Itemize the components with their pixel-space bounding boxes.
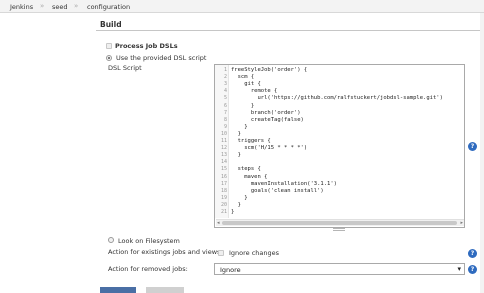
code-line: } [231,201,241,208]
chevron-down-icon: ▾ [457,265,461,273]
save-button[interactable] [100,287,136,293]
line-number: 8 [223,116,227,123]
section-divider [96,30,480,31]
line-number: 21 [220,209,227,215]
line-number: 5 [223,95,227,102]
apply-button[interactable] [146,287,184,293]
line-number: 18 [220,187,227,194]
line-number: 10 [220,130,227,137]
line-number: 4 [223,88,227,95]
line-number: 14 [220,159,227,166]
scrollbar-thumb[interactable] [222,221,457,225]
code-line: } [231,123,248,130]
breadcrumb-separator: » [74,2,79,10]
code-line: remote { [231,88,278,95]
breadcrumb-separator: » [40,2,45,10]
existing-jobs-label: Action for existings jobs and views: [108,248,223,256]
removed-jobs-select-value: Ignore [220,266,241,274]
code-line: scm { [231,74,255,81]
breadcrumb-jenkins[interactable]: Jenkins [10,3,33,11]
section-title-build: Build [100,20,122,29]
code-line: } [231,102,255,109]
look-on-filesystem-label: Look on Filesystem [118,237,180,245]
breadcrumb-configuration[interactable]: configuration [87,3,130,11]
line-number: 9 [223,123,227,130]
help-icon[interactable]: ? [468,142,477,151]
editor-horizontal-scrollbar[interactable]: ◂ ▸ [216,219,464,226]
code-line: git { [231,81,261,88]
ignore-changes-checkbox[interactable] [218,250,224,256]
code-line: branch('order') [231,109,301,116]
help-icon[interactable]: ? [468,249,477,258]
line-number: 13 [220,152,227,159]
process-job-dsls-checkbox[interactable] [106,43,112,49]
line-number: 3 [223,81,227,88]
page-scrollbar[interactable] [480,13,484,293]
code-line: mavenInstallation('3.1.1') [231,180,337,187]
code-line: } [231,194,248,201]
code-line: goals('clean install') [231,187,324,194]
line-number: 16 [220,173,227,180]
line-number: 1 [223,67,227,73]
use-provided-script-label: Use the provided DSL script [116,54,207,62]
line-number: 11 [220,138,227,144]
code-line: steps { [231,166,261,173]
process-job-dsls-label: Process Job DSLs [115,42,178,50]
line-number: 17 [220,180,227,187]
line-number: 7 [223,109,227,116]
scroll-right-icon[interactable]: ▸ [460,220,463,226]
ignore-changes-label: Ignore changes [229,249,280,257]
editor-resize-handle[interactable] [333,228,345,231]
line-number: 2 [223,74,227,81]
scroll-left-icon[interactable]: ◂ [217,220,220,226]
removed-jobs-select[interactable]: Ignore ▾ [214,263,465,275]
code-line: } [231,152,241,159]
line-number-gutter: 1 2 3 4 5 6 7 8 9 10 11 12 13 14 15 16 1… [215,65,229,218]
look-on-filesystem-radio[interactable] [108,237,114,243]
use-provided-script-radio[interactable] [106,55,112,61]
code-line: createTag(false) [231,116,304,123]
help-icon[interactable]: ? [468,265,477,274]
code-line: url('https://github.com/ralfstuckert/job… [231,95,443,102]
code-line: } [231,130,241,137]
breadcrumb-seed[interactable]: seed [52,3,68,11]
line-number: 15 [220,166,227,173]
code-line: freeStyleJob('order') { [231,67,308,73]
code-line: maven { [231,173,268,180]
dsl-script-label: DSL Script [108,64,142,72]
line-number: 6 [223,102,227,109]
line-number: 20 [220,201,227,208]
code-line: triggers { [231,138,271,144]
line-number: 12 [220,145,227,152]
code-line: } [231,209,235,215]
code-line: scm('H/15 * * * *') [231,145,308,152]
removed-jobs-label: Action for removed jobs: [108,265,188,273]
breadcrumb: Jenkins » seed » configuration [0,0,484,13]
line-number: 19 [220,194,227,201]
dsl-script-editor[interactable]: 1 2 3 4 5 6 7 8 9 10 11 12 13 14 15 16 1… [214,64,465,228]
